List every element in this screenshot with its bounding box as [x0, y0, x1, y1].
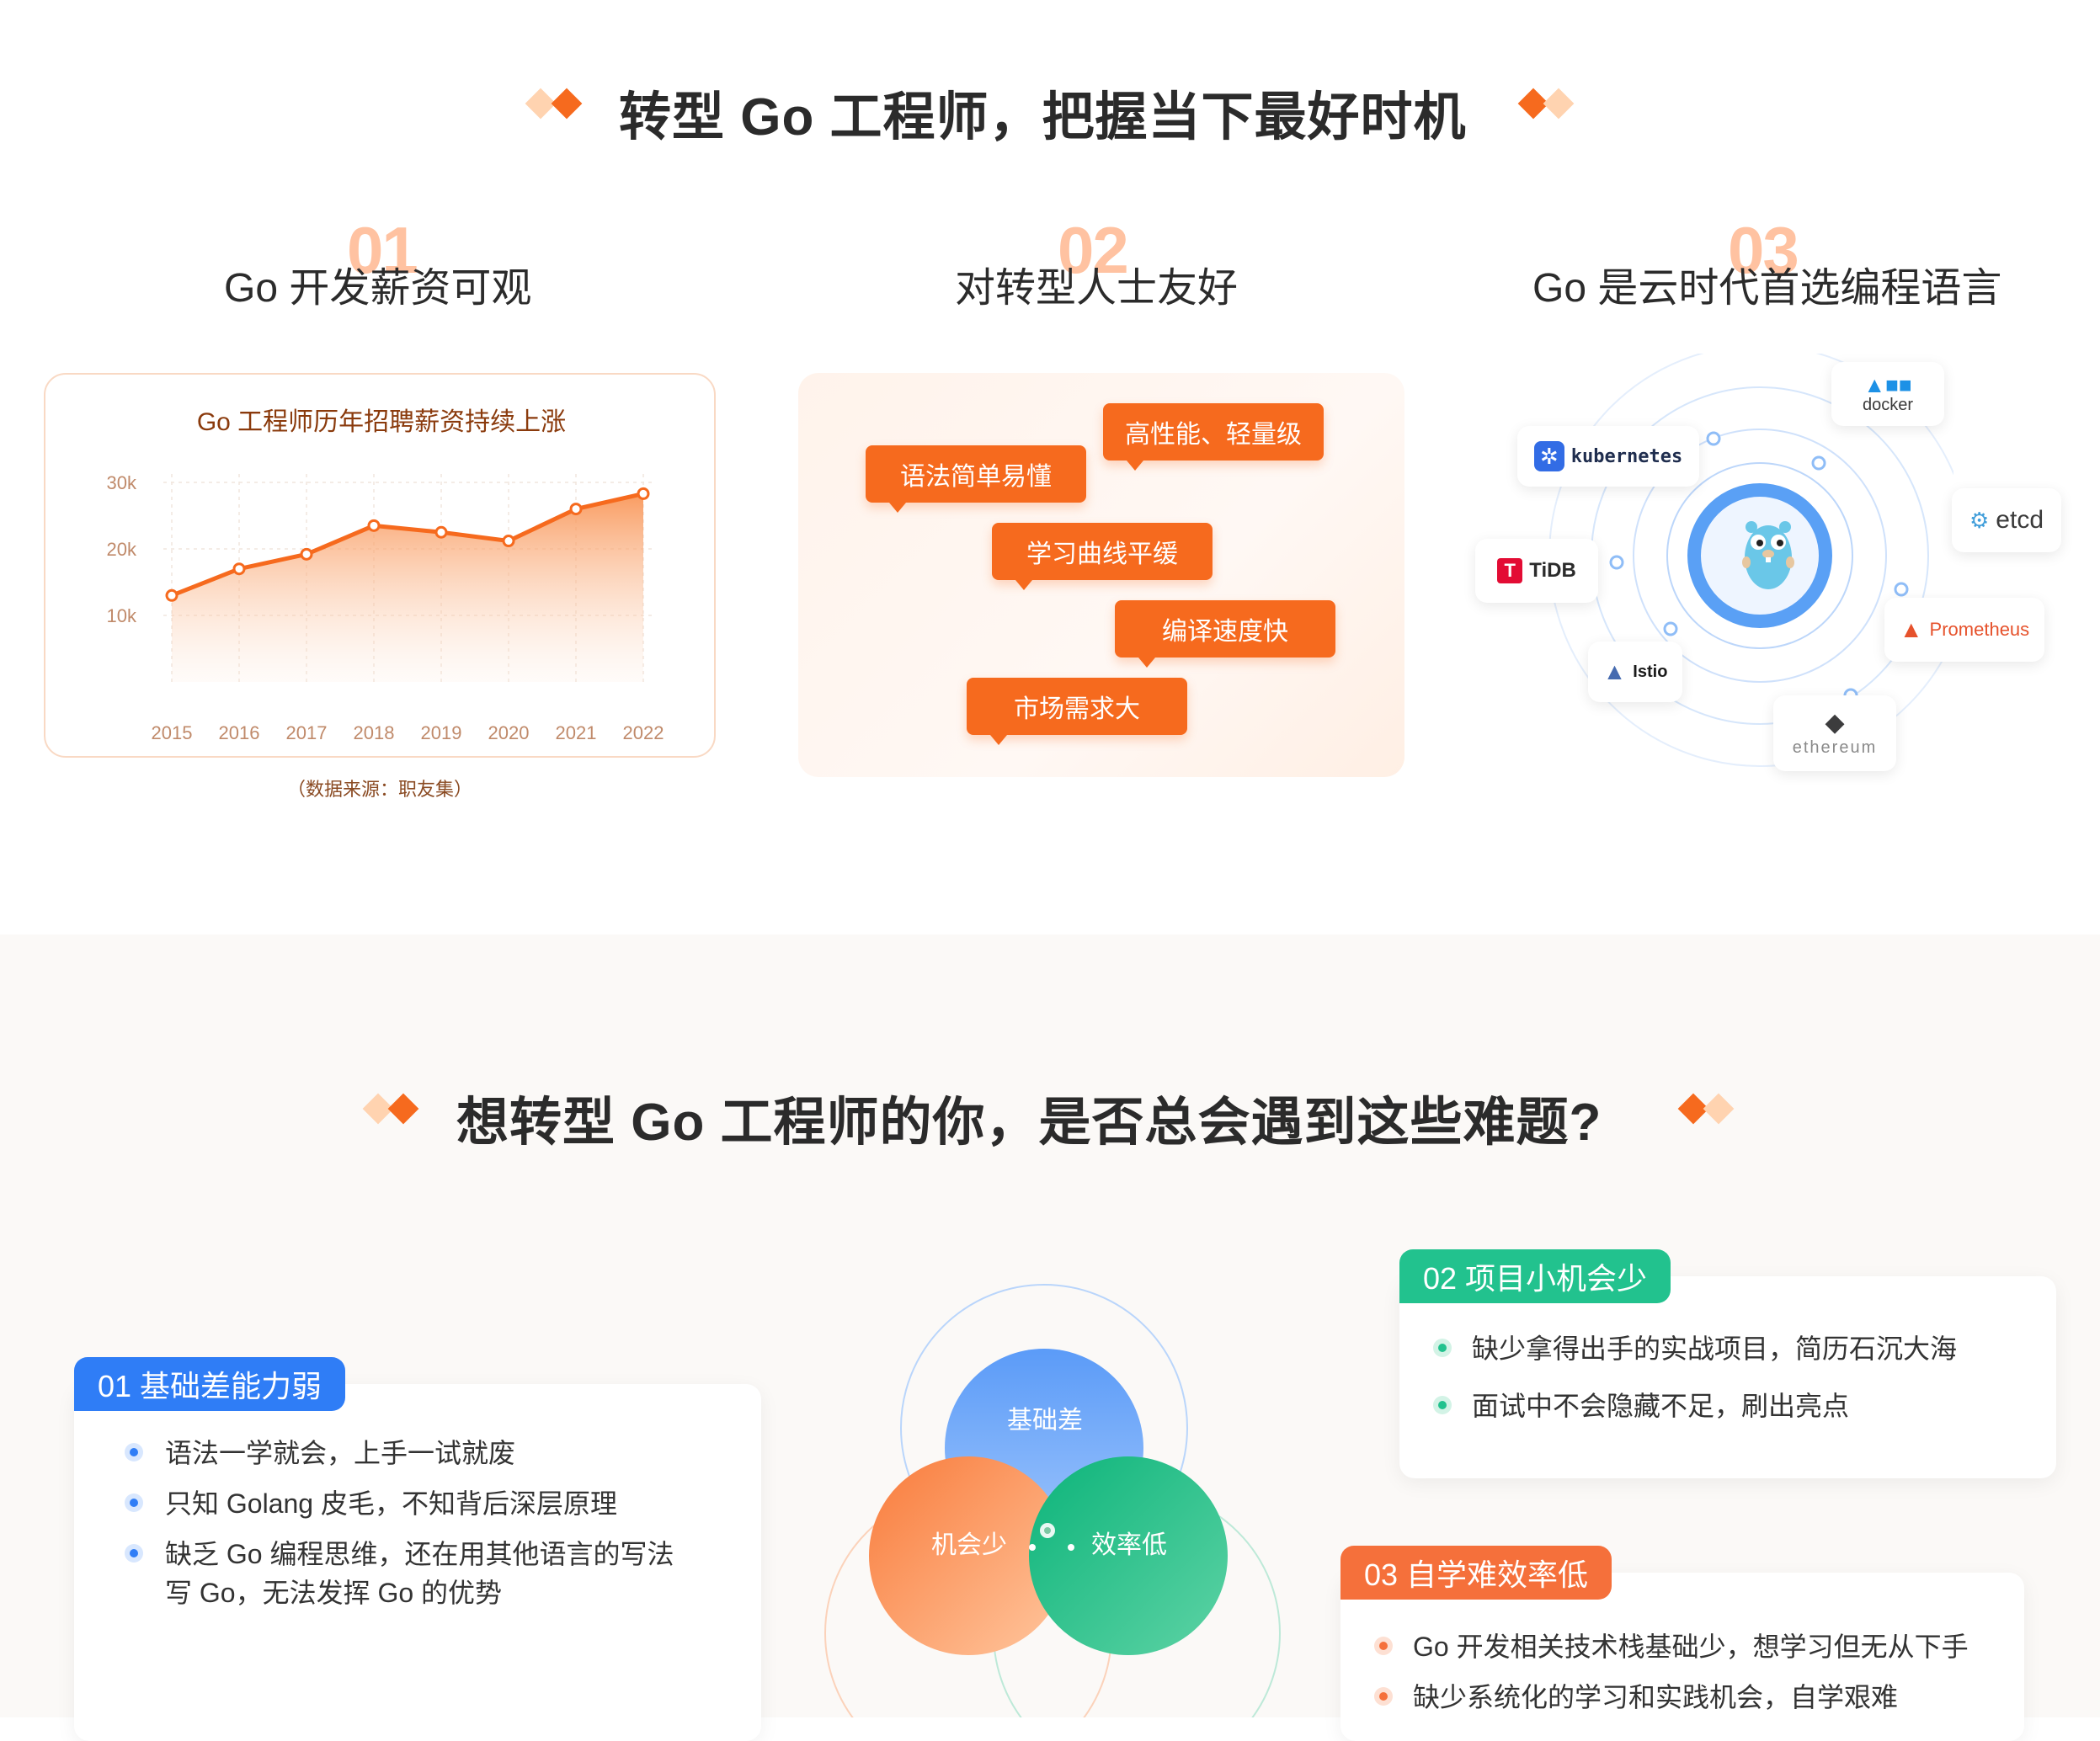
bullet-dot	[125, 1544, 143, 1563]
flame-icon: ▲	[1899, 616, 1923, 642]
venn-label-basics: 基础差	[1007, 1407, 1083, 1435]
problem-tag-self-study: 03 自学难效率低	[1340, 1546, 1612, 1600]
venn-diagram	[824, 1284, 1281, 1717]
problem-item: 面试中不会隐藏不足，刷出亮点	[1472, 1391, 1850, 1421]
ethereum-diamond-icon: ◆	[1825, 708, 1845, 737]
y-tick-label: 30k	[107, 472, 137, 493]
problem-tag-projects: 02 项目小机会少	[1399, 1249, 1671, 1303]
tidb-logo: T TiDB	[1475, 539, 1598, 603]
diamond-deco-icon	[1703, 1093, 1735, 1125]
section-title: 转型 Go 工程师，把握当下最好时机	[619, 88, 1467, 146]
diamond-deco-icon	[551, 88, 583, 120]
tag-high-performance: 高性能、轻量级	[1103, 403, 1324, 471]
chart-source-note: （数据来源：职友集）	[286, 779, 472, 800]
salary-chart-card: Go 工程师历年招聘薪资持续上涨 10k 20k 30k 2015 2016 2017 201…	[44, 373, 716, 758]
docker-logo: ▲■■ docker	[1831, 362, 1944, 426]
etcd-icon: ⚙	[1969, 507, 1990, 533]
tag-fast-compile: 编译速度快	[1115, 600, 1335, 668]
bullet-dot	[1433, 1339, 1452, 1357]
y-tick-label: 10k	[107, 605, 137, 626]
problem-card-projects	[1399, 1276, 2056, 1478]
venn-label-opportunity: 机会少	[931, 1531, 1007, 1559]
data-point	[434, 525, 448, 539]
area-fill	[172, 493, 643, 682]
bullet-dot	[1374, 1687, 1393, 1706]
problem-item: 写 Go，无法发挥 Go 的优势	[165, 1578, 503, 1608]
column-title: 对转型人士友好	[955, 266, 1239, 311]
salary-chart: Go 工程师历年招聘薪资持续上涨 10k 20k 30k 2015 2016 2017 201…	[107, 408, 664, 743]
data-point	[367, 519, 381, 532]
tag-simple-syntax: 语法简单易懂	[866, 445, 1086, 513]
x-tick-label: 2017	[286, 722, 328, 743]
data-point	[232, 562, 246, 576]
x-tick-label: 2021	[556, 722, 597, 743]
diamond-deco-icon	[387, 1093, 419, 1125]
data-point	[300, 547, 313, 561]
venn-label-efficiency: 效率低	[1091, 1531, 1167, 1559]
x-tick-label: 2022	[623, 722, 664, 743]
x-tick-label: 2015	[152, 722, 193, 743]
gopher-mascot-icon	[1742, 521, 1794, 589]
problem-item: 缺少拿得出手的实战项目，简历石沉大海	[1472, 1334, 1958, 1364]
x-tick-label: 2020	[488, 722, 530, 743]
etcd-logo: ⚙ etcd	[1952, 488, 2061, 552]
data-point	[637, 487, 650, 500]
bullet-dot	[125, 1443, 143, 1461]
kubernetes-logo: ✲ kubernetes	[1517, 426, 1699, 487]
tag-gentle-learning-curve: 学习曲线平缓	[992, 523, 1213, 590]
x-tick-label: 2019	[421, 722, 462, 743]
problem-item: 缺乏 Go 编程思维，还在用其他语言的写法	[165, 1539, 674, 1569]
problem-tag-basics: 01 基础差能力弱	[74, 1357, 346, 1411]
data-point	[165, 588, 179, 602]
data-point	[569, 503, 583, 516]
bullet-dot	[1374, 1637, 1393, 1655]
column-title: Go 是云时代首选编程语言	[1532, 266, 2002, 311]
section-title: 想转型 Go 工程师的你，是否总会遇到这些难题?	[456, 1094, 1602, 1152]
data-point	[502, 535, 515, 548]
problem-item: Go 开发相关技术栈基础少，想学习但无从下手	[1413, 1632, 1969, 1662]
prometheus-logo: ▲ Prometheus	[1884, 598, 2044, 662]
tidb-icon: T	[1497, 558, 1523, 583]
x-tick-label: 2018	[354, 722, 395, 743]
column-title: Go 开发薪资可观	[224, 266, 532, 311]
bullet-dot	[1433, 1396, 1452, 1414]
whale-icon: ▲■■	[1863, 371, 1912, 397]
section-go-opportunity: 转型 Go 工程师，把握当下最好时机 01 Go 开发薪资可观 02 对转型人士…	[0, 0, 2100, 934]
problem-item: 缺少系统化的学习和实践机会，自学艰难	[1413, 1682, 1899, 1712]
y-tick-label: 20k	[107, 539, 137, 560]
sail-icon: ▲	[1602, 658, 1627, 684]
diamond-deco-icon	[1543, 88, 1575, 120]
bullet-dot	[125, 1493, 143, 1512]
tag-market-demand: 市场需求大	[967, 678, 1187, 745]
section-pain-points: 想转型 Go 工程师的你，是否总会遇到这些难题? 01 基础差能力弱 语法一学就…	[0, 934, 2100, 1741]
helm-icon: ✲	[1533, 441, 1564, 471]
problem-item: 语法一学就会，上手一试就废	[165, 1438, 516, 1468]
x-tick-label: 2016	[219, 722, 260, 743]
istio-logo: ▲ Istio	[1588, 642, 1682, 702]
friendly-tags-card: 高性能、轻量级 语法简单易懂 学习曲线平缓 编译速度快 市场需求大	[798, 373, 1404, 777]
chart-title: Go 工程师历年招聘薪资持续上涨	[197, 408, 566, 436]
problem-item: 只知 Golang 皮毛，不知背后深层原理	[165, 1488, 617, 1519]
ethereum-logo: ◆ ethereum	[1773, 695, 1896, 771]
